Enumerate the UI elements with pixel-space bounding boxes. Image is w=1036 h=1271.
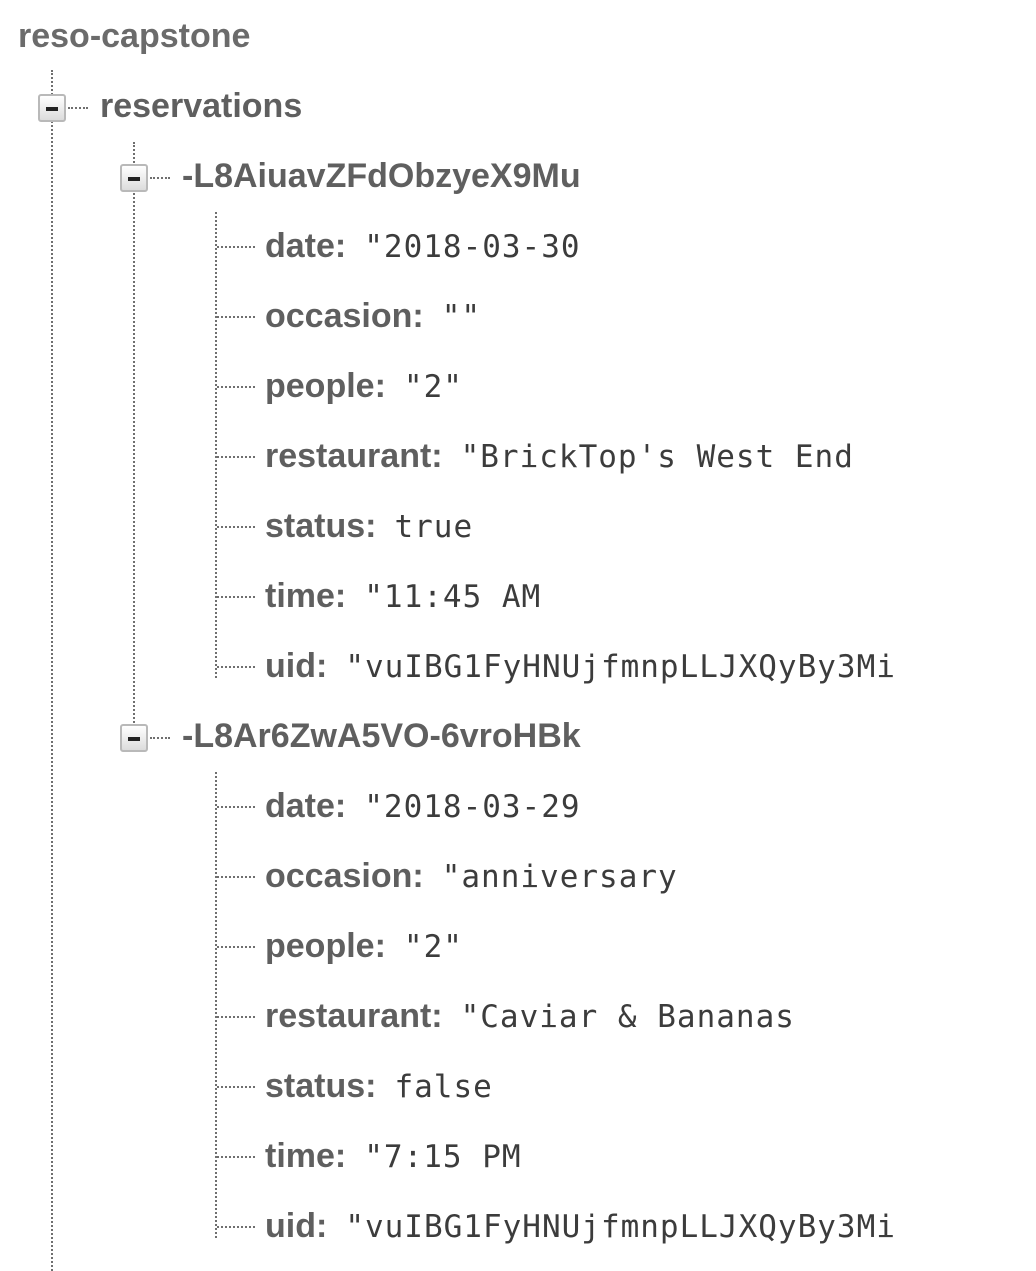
- reservations-node[interactable]: reservations: [100, 84, 302, 128]
- field-value[interactable]: false: [394, 1069, 492, 1105]
- field-key: time: [265, 577, 335, 615]
- root-node-title[interactable]: reso-capstone: [18, 14, 250, 58]
- field-row-uid[interactable]: uid: "vuIBG1FyHNUjfmnpLLJXQyBy3Mi: [265, 644, 925, 688]
- field-value[interactable]: "Caviar & Bananas: [461, 999, 795, 1035]
- field-separator: :: [374, 367, 386, 405]
- field-separator: :: [334, 227, 347, 265]
- field-value[interactable]: "vuIBG1FyHNUjfmnpLLJXQyBy3Mi: [345, 1209, 896, 1245]
- tree-connector: [217, 386, 255, 388]
- field-separator: :: [374, 927, 386, 965]
- field-key: uid: [265, 647, 316, 685]
- field-row-uid[interactable]: uid: "vuIBG1FyHNUjfmnpLLJXQyBy3Mi: [265, 1204, 925, 1248]
- tree-connector: [217, 806, 255, 808]
- collapse-minus-icon[interactable]: [38, 94, 66, 122]
- field-row-restaurant[interactable]: restaurant: "BrickTop's West End: [265, 434, 869, 478]
- field-key: people: [265, 367, 375, 405]
- field-separator: :: [334, 787, 347, 825]
- field-separator: :: [334, 1137, 347, 1175]
- field-row-time[interactable]: time: "7:15 PM: [265, 1134, 985, 1178]
- field-key: restaurant: [265, 437, 432, 475]
- field-separator: :: [431, 437, 443, 475]
- tree-connector: [150, 177, 170, 179]
- tree-connector: [217, 946, 255, 948]
- field-value[interactable]: "2": [404, 929, 463, 965]
- field-separator: :: [334, 577, 347, 615]
- field-row-date[interactable]: date: "2018-03-30: [265, 224, 985, 268]
- tree-guide-line: [215, 212, 217, 678]
- field-key: occasion: [265, 297, 413, 335]
- field-separator: :: [315, 647, 328, 685]
- field-value[interactable]: "vuIBG1FyHNUjfmnpLLJXQyBy3Mi: [345, 649, 896, 685]
- tree-connector: [217, 596, 255, 598]
- field-separator: :: [315, 1207, 328, 1245]
- field-key: occasion: [265, 857, 413, 895]
- field-key: time: [265, 1137, 335, 1175]
- tree-connector: [217, 666, 255, 668]
- tree-connector: [217, 316, 255, 318]
- field-key: date: [265, 787, 335, 825]
- tree-connector: [150, 737, 170, 739]
- record-key[interactable]: -L8Ar6ZwA5VO-6vroHBk: [182, 714, 581, 758]
- tree-guide-line: [215, 772, 217, 1238]
- field-row-status[interactable]: status: true: [265, 504, 473, 548]
- tree-guide-line: [133, 142, 135, 742]
- tree-connector: [217, 1016, 255, 1018]
- field-key: uid: [265, 1207, 316, 1245]
- field-row-people[interactable]: people: "2": [265, 924, 985, 968]
- field-key: people: [265, 927, 375, 965]
- tree-connector: [217, 876, 255, 878]
- field-row-occasion[interactable]: occasion: "": [265, 294, 985, 338]
- field-value[interactable]: "BrickTop's West End: [461, 439, 854, 475]
- field-key: status: [265, 1067, 366, 1105]
- field-value[interactable]: "2018-03-29: [364, 789, 580, 825]
- field-value[interactable]: "7:15 PM: [364, 1139, 521, 1175]
- field-row-date[interactable]: date: "2018-03-29: [265, 784, 985, 828]
- field-value[interactable]: "2018-03-30: [364, 229, 580, 265]
- tree-connector: [68, 107, 88, 109]
- tree-connector: [217, 1086, 255, 1088]
- field-separator: :: [365, 507, 377, 545]
- field-separator: :: [412, 857, 424, 895]
- field-separator: :: [365, 1067, 377, 1105]
- field-value[interactable]: true: [394, 509, 473, 545]
- field-row-people[interactable]: people: "2": [265, 364, 985, 408]
- field-key: status: [265, 507, 366, 545]
- field-row-restaurant[interactable]: restaurant: "Caviar & Bananas: [265, 994, 809, 1038]
- field-key: date: [265, 227, 335, 265]
- field-row-time[interactable]: time: "11:45 AM: [265, 574, 985, 618]
- field-key: restaurant: [265, 997, 432, 1035]
- field-row-occasion[interactable]: occasion: "anniversary: [265, 854, 985, 898]
- collapse-minus-icon[interactable]: [120, 724, 148, 752]
- record-key[interactable]: -L8AiuavZFdObzyeX9Mu: [182, 154, 581, 198]
- tree-guide-line: [51, 70, 53, 1271]
- tree-connector: [217, 1226, 255, 1228]
- field-value[interactable]: "": [442, 299, 481, 335]
- field-value[interactable]: "2": [404, 369, 463, 405]
- field-separator: :: [431, 997, 443, 1035]
- field-separator: :: [412, 297, 424, 335]
- field-value[interactable]: "11:45 AM: [364, 579, 541, 615]
- tree-connector: [217, 526, 255, 528]
- field-value[interactable]: "anniversary: [442, 859, 678, 895]
- collapse-minus-icon[interactable]: [120, 164, 148, 192]
- field-row-status[interactable]: status: false: [265, 1064, 493, 1108]
- tree-connector: [217, 456, 255, 458]
- tree-connector: [217, 1156, 255, 1158]
- tree-connector: [217, 246, 255, 248]
